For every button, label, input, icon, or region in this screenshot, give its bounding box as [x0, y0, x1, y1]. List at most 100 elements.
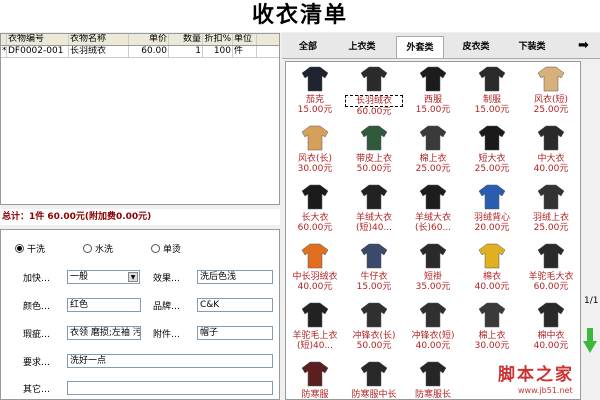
grid-header-cell[interactable]: 衣物编号: [7, 34, 69, 45]
clothing-item[interactable]: 制服 15.00元: [463, 62, 521, 120]
order-grid: 衣物编号 衣物名称 单价 数量 折扣% 单位 * DF0002-001 长羽绒衣 60.00 1 10…: [0, 33, 280, 205]
clothing-item[interactable]: 羊绒大衣(短)40...: [345, 180, 403, 238]
item-name: 茄克: [305, 95, 324, 105]
clothing-item[interactable]: 带皮上衣 50.00元: [345, 121, 403, 179]
garment-icon: [419, 66, 447, 92]
grid-header-cell[interactable]: 单位: [233, 34, 257, 45]
garment-icon: [478, 66, 506, 92]
item-name: 防寒服长: [414, 390, 451, 400]
effect-field[interactable]: 洗后色浅: [197, 270, 273, 284]
item-name: 冲锋衣(短): [411, 331, 455, 341]
clothing-item[interactable]: 风衣(长) 30.00元: [286, 121, 344, 179]
clothing-item[interactable]: 棉上衣 30.00元: [463, 298, 521, 356]
garment-icon: [360, 125, 388, 151]
item-price: 15.00元: [356, 282, 392, 292]
radio-circle-icon: [151, 244, 160, 253]
clothing-item[interactable]: 羊驼毛大衣 60.00元: [522, 239, 580, 297]
table-cell[interactable]: DF0002-001: [7, 46, 69, 57]
table-cell[interactable]: 1: [169, 46, 203, 57]
radio-iron-only[interactable]: 单烫: [151, 242, 181, 255]
arrow-right-icon[interactable]: ➡: [578, 38, 589, 54]
accessory-label: 附件…: [153, 330, 181, 340]
order-summary: 总计：1件 60.00元(附加费0.00元): [0, 209, 280, 225]
table-cell[interactable]: 100: [203, 46, 233, 57]
clothing-item[interactable]: 冲锋衣(长) 50.00元: [345, 298, 403, 356]
clothing-item[interactable]: 防寒服长30.00元: [404, 357, 462, 400]
tab-leather[interactable]: 皮衣类: [452, 36, 500, 58]
clothing-item[interactable]: 长大衣 60.00元: [286, 180, 344, 238]
clothing-item[interactable]: 羽绒上衣 25.00元: [522, 180, 580, 238]
item-name: 棉衣: [482, 272, 501, 282]
item-price: 15.00元: [474, 105, 510, 115]
clothing-item[interactable]: 风衣(短) 25.00元: [522, 62, 580, 120]
item-name: 牛仔衣: [360, 272, 388, 282]
garment-icon: [419, 361, 447, 387]
request-field[interactable]: 洗好一点: [67, 354, 273, 368]
expedite-select[interactable]: 一般 ▼: [67, 270, 140, 284]
defect-field[interactable]: 衣领 磨损;左袖 污: [67, 326, 141, 340]
garment-icon: [419, 125, 447, 151]
garment-icon: [301, 361, 329, 387]
garment-icon: [360, 302, 388, 328]
grid-header-cell[interactable]: 单价: [129, 34, 169, 45]
item-name: 棉上衣: [419, 154, 447, 164]
item-name: 短褂: [423, 272, 442, 282]
item-price: 40.00元: [533, 164, 569, 174]
clothing-item[interactable]: 中长羽绒衣 40.00元: [286, 239, 344, 297]
item-name: 羊绒大衣(短)40...: [355, 213, 393, 233]
table-cell[interactable]: 件: [233, 46, 257, 57]
page-indicator: 1/1: [584, 296, 599, 306]
radio-water-wash[interactable]: 水洗: [83, 242, 113, 255]
clothing-item[interactable]: 羊驼毛上衣(短)40...: [286, 298, 344, 356]
garment-icon: [537, 66, 565, 92]
garment-icon: [537, 125, 565, 151]
accessory-field[interactable]: 帽子: [197, 326, 273, 340]
clothing-item[interactable]: 棉衣 40.00元: [463, 239, 521, 297]
radio-dot-icon: [17, 246, 22, 251]
clothing-item[interactable]: 羽绒背心 20.00元: [463, 180, 521, 238]
item-name: 西服: [423, 95, 442, 105]
clothing-item[interactable]: 长羽绒衣 60.00元: [345, 62, 403, 120]
clothing-item[interactable]: 冲锋衣(短) 40.00元: [404, 298, 462, 356]
radio-dry-clean[interactable]: 干洗: [15, 242, 45, 255]
tab-outerwear[interactable]: 外套类: [396, 36, 444, 58]
chevron-down-icon[interactable]: ▼: [128, 272, 138, 282]
clothing-item[interactable]: 棉上衣 25.00元: [404, 121, 462, 179]
item-price: 50.00元: [356, 164, 392, 174]
clothing-item[interactable]: 中大衣 40.00元: [522, 121, 580, 179]
request-label: 要求…: [23, 358, 51, 368]
clothing-item[interactable]: 短褂 35.00元: [404, 239, 462, 297]
color-field[interactable]: 红色: [67, 298, 141, 312]
tab-bottoms[interactable]: 下装类: [508, 36, 556, 58]
arrow-down-icon[interactable]: [583, 328, 597, 354]
garment-icon: [301, 184, 329, 210]
table-row[interactable]: * DF0002-001 长羽绒衣 60.00 1 100 件: [1, 46, 279, 58]
brand-field[interactable]: C&K: [197, 298, 273, 312]
clothing-item[interactable]: 牛仔衣 15.00元: [345, 239, 403, 297]
table-cell[interactable]: 长羽绒衣: [69, 46, 129, 57]
item-name: 防寒服: [301, 390, 329, 400]
clothing-item[interactable]: 茄克 15.00元: [286, 62, 344, 120]
clothing-item[interactable]: 西服 15.00元: [404, 62, 462, 120]
garment-icon: [478, 243, 506, 269]
grid-header-cell[interactable]: 数量: [169, 34, 203, 45]
clothing-item[interactable]: 防寒服中长20.00元: [345, 357, 403, 399]
tab-tops[interactable]: 上衣类: [338, 36, 386, 58]
garment-icon: [301, 125, 329, 151]
tab-all[interactable]: 全部: [284, 36, 332, 58]
clothing-item[interactable]: 防寒服8.00元: [286, 357, 344, 400]
garment-icon: [301, 66, 329, 92]
other-field[interactable]: [67, 381, 273, 395]
grid-header-cell[interactable]: 折扣%: [203, 34, 233, 45]
clothing-item[interactable]: 棉中衣 40.00元: [522, 298, 580, 356]
garment-icon: [360, 361, 388, 387]
garment-icon: [537, 243, 565, 269]
item-price: 40.00元: [474, 282, 510, 292]
clothing-item[interactable]: 短大衣 25.00元: [463, 121, 521, 179]
item-price: 30.00元: [297, 164, 333, 174]
garment-icon: [360, 66, 388, 92]
table-cell[interactable]: 60.00: [129, 46, 169, 57]
grid-header-cell[interactable]: 衣物名称: [69, 34, 129, 45]
clothing-item[interactable]: 羊绒大衣(长)60...: [404, 180, 462, 238]
brand-label: 品牌…: [153, 302, 181, 312]
